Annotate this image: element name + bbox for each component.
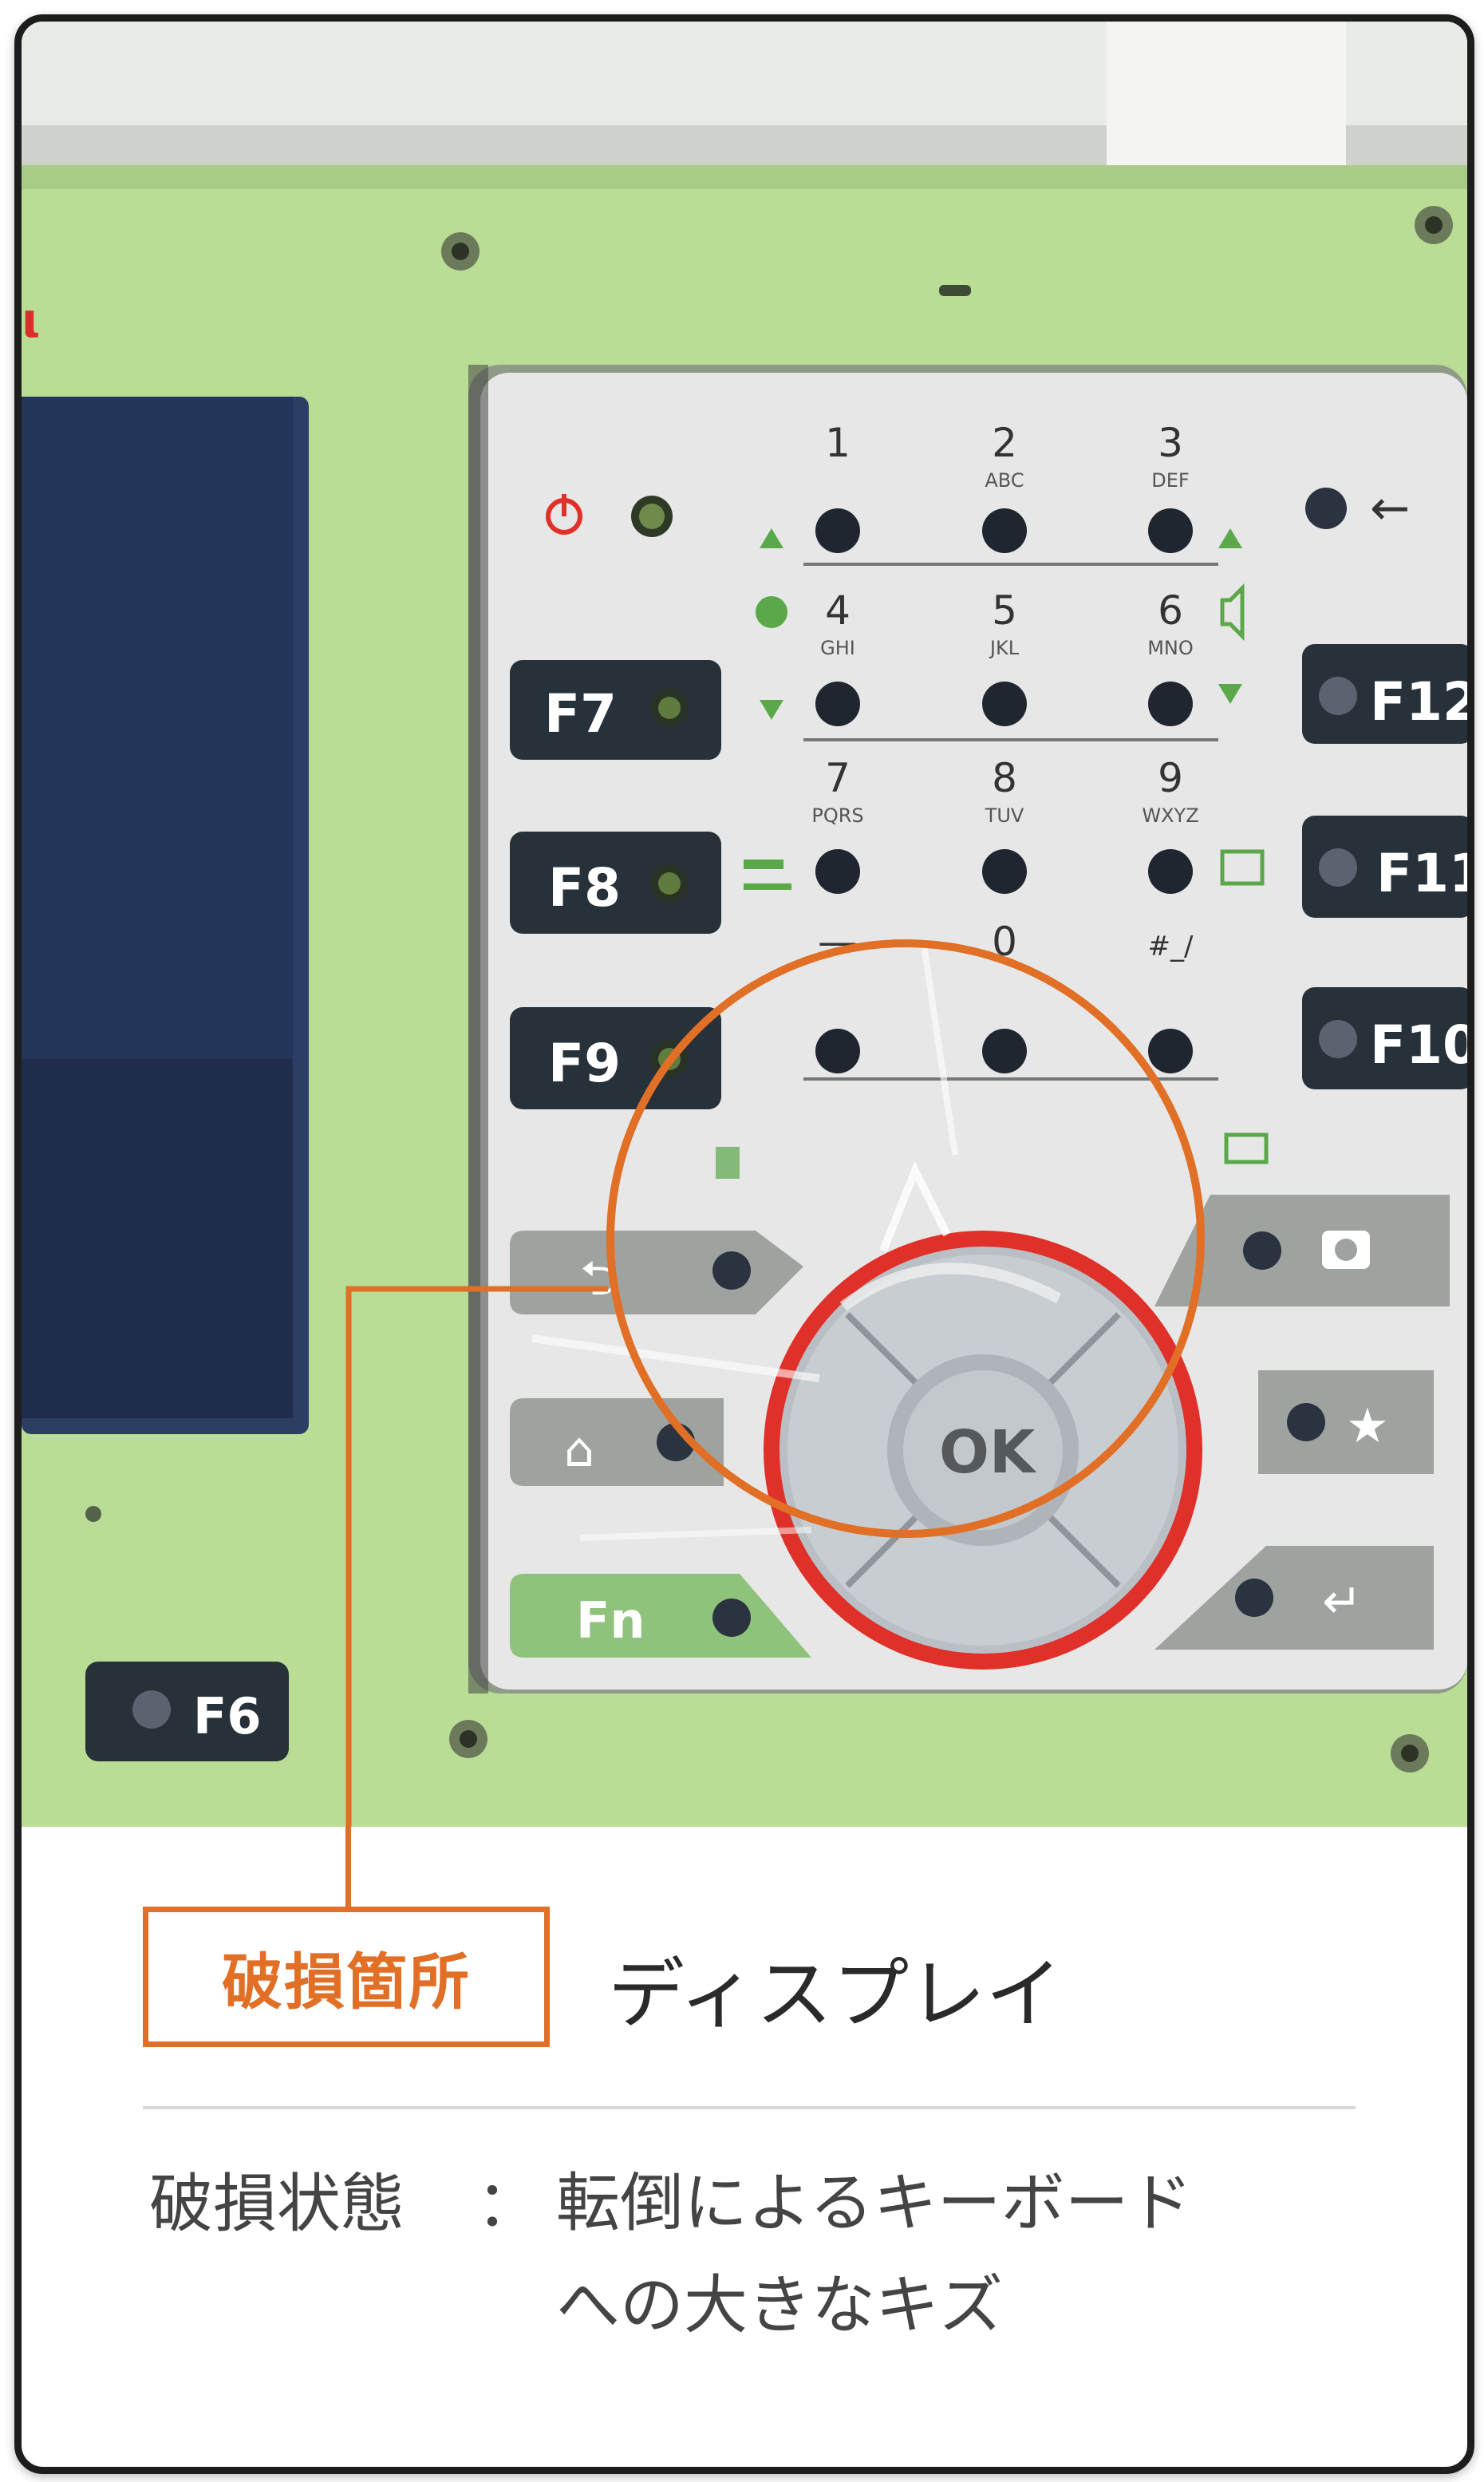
svg-text:↵: ↵ — [1322, 1574, 1362, 1630]
damage-report-card: ι ← 1 2 ABC 3 DEF 4 GHI 5 JKL 6 MNO 7 PQ… — [14, 14, 1474, 2474]
svg-text:ι: ι — [22, 293, 40, 349]
key-button-5[interactable] — [982, 682, 1027, 726]
key-digit-9: 9 — [1158, 755, 1183, 801]
svg-text:F11: F11 — [1376, 843, 1467, 904]
key-digit-4: 4 — [825, 587, 851, 634]
key-button-6[interactable] — [1148, 682, 1193, 726]
key-digit-8: 8 — [992, 755, 1017, 801]
svg-text:⌂: ⌂ — [564, 1422, 594, 1478]
key-letters-5: JKL — [989, 637, 1020, 659]
key-button-9[interactable] — [1148, 849, 1193, 894]
key-button-12[interactable] — [1148, 1029, 1193, 1073]
f7-key-label: F7 — [544, 683, 617, 745]
ok-key-label: OK — [939, 1418, 1037, 1487]
svg-text:F9: F9 — [548, 1033, 621, 1094]
status-separator: ： — [476, 2167, 540, 2241]
key-letters-7: PQRS — [811, 804, 863, 827]
device-photo: ι ← 1 2 ABC 3 DEF 4 GHI 5 JKL 6 MNO 7 PQ… — [22, 22, 1467, 1827]
key-letters-3: DEF — [1151, 469, 1189, 492]
leader-line — [345, 1827, 351, 1907]
fn-key-label: Fn — [576, 1591, 645, 1650]
key-letters-4: GHI — [820, 637, 855, 659]
svg-text:F10: F10 — [1370, 1014, 1467, 1076]
svg-text:★: ★ — [1346, 1398, 1389, 1454]
key-digit-1: 1 — [825, 420, 851, 466]
key-digit-3: 3 — [1158, 420, 1183, 466]
key-button-8[interactable] — [982, 849, 1027, 894]
svg-text:F6: F6 — [193, 1687, 262, 1745]
key-digit-2: 2 — [992, 420, 1017, 466]
key-button-11[interactable] — [982, 1029, 1027, 1073]
key-button-1[interactable] — [815, 508, 860, 553]
svg-text:F8: F8 — [548, 857, 621, 919]
status-line-2: への大きなキズ — [556, 2268, 1003, 2342]
key-button-7[interactable] — [815, 849, 860, 894]
key-digit-6: 6 — [1158, 587, 1183, 634]
svg-text:F12: F12 — [1370, 671, 1467, 733]
status-line-1: 転倒によるキーボード — [556, 2166, 1193, 2240]
key-letters-2: ABC — [985, 469, 1024, 492]
damage-location-label: 破損箇所 — [143, 1907, 550, 2047]
key-button-4[interactable] — [815, 682, 860, 726]
key-letters-8: TUV — [985, 804, 1024, 827]
svg-text:←: ← — [1370, 480, 1410, 536]
status-description: 転倒によるキーボード への大きなキズ — [556, 2152, 1394, 2357]
divider — [143, 2106, 1356, 2109]
status-label: 破損状態 — [149, 2167, 405, 2241]
key-button-2[interactable] — [982, 508, 1027, 553]
key-digit-12: #_/ — [1148, 931, 1194, 962]
key-digit-5: 5 — [992, 587, 1017, 634]
key-button-10[interactable] — [815, 1029, 860, 1073]
key-digit-7: 7 — [825, 755, 851, 801]
key-button-3[interactable] — [1148, 508, 1193, 553]
key-letters-9: WXYZ — [1142, 804, 1198, 827]
key-letters-6: MNO — [1147, 637, 1194, 659]
damage-label-text: 破損箇所 — [222, 1946, 471, 2018]
damage-location-value: ディスプレイ — [608, 1950, 1063, 2039]
